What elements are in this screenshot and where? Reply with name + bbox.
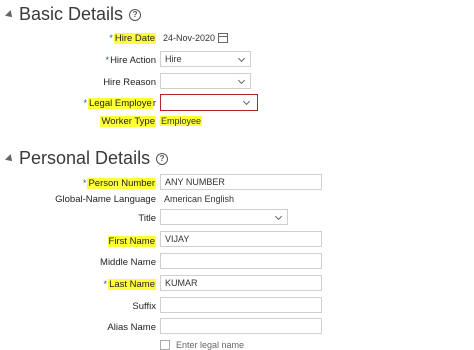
legal-employer-select[interactable] [160, 94, 258, 111]
last-name-label: * Last Name [6, 279, 156, 290]
first-name-value: VIJAY [165, 234, 190, 244]
hire-date-label-text: Hire Date [113, 33, 156, 44]
alias-name-input[interactable] [160, 318, 322, 334]
calendar-icon[interactable] [218, 33, 228, 43]
title-label-text: Title [138, 213, 156, 224]
hire-action-value: Hire [165, 54, 182, 64]
hire-reason-select[interactable] [160, 73, 251, 89]
enter-legal-name-label: Enter legal name [176, 340, 245, 350]
alias-name-label: Alias Name [6, 322, 156, 333]
enter-legal-name-option[interactable]: Enter legal name [160, 340, 244, 350]
required-asterisk: * [103, 279, 108, 289]
worker-type-label-text: Worker Type [100, 116, 156, 127]
person-number-label: * Person Number [6, 178, 156, 189]
last-name-label-text: Last Name [108, 279, 156, 290]
last-name-input[interactable]: KUMAR [160, 275, 322, 291]
last-name-value: KUMAR [165, 278, 198, 288]
hire-date-field[interactable]: 24-Nov-2020 [160, 30, 232, 46]
enter-legal-name-checkbox[interactable] [160, 340, 170, 350]
chevron-down-icon[interactable] [242, 97, 251, 106]
global-name-language-label-text: Global-Name Language [55, 194, 156, 205]
suffix-input[interactable] [160, 297, 322, 313]
hire-date-value: 24-Nov-2020 [163, 33, 216, 43]
basic-details-title: Basic Details [19, 4, 124, 24]
legal-employer-label: * Legal Employer [6, 98, 156, 109]
suffix-label: Suffix [6, 301, 156, 312]
first-name-label-text: First Name [107, 236, 156, 247]
legal-employer-label-tail: r [152, 98, 156, 109]
worker-type-label: Worker Type [6, 116, 156, 127]
hire-action-select[interactable]: Hire [160, 51, 251, 67]
middle-name-input[interactable] [160, 253, 322, 269]
person-number-value: ANY NUMBER [165, 177, 225, 187]
basic-details-header[interactable]: Basic Details ? [5, 4, 142, 25]
personal-details-title: Personal Details [19, 148, 151, 168]
global-name-language-value: American English [164, 194, 235, 204]
legal-employer-label-text: Legal Employe [87, 98, 153, 109]
hire-reason-label: Hire Reason [6, 77, 156, 88]
collapse-triangle-icon[interactable] [5, 9, 15, 20]
middle-name-label: Middle Name [6, 257, 156, 268]
person-number-label-text: Person Number [87, 178, 156, 189]
question-circle-icon[interactable]: ? [129, 8, 142, 21]
required-asterisk: * [105, 55, 110, 65]
hire-action-label-text: Hire Action [110, 55, 156, 66]
global-name-language-label: Global-Name Language [6, 194, 156, 205]
title-label: Title [6, 213, 156, 224]
alias-name-label-text: Alias Name [107, 322, 156, 333]
required-asterisk: * [109, 33, 113, 43]
title-select[interactable] [160, 209, 288, 225]
worker-type-value: Employee [160, 116, 203, 126]
chevron-down-icon[interactable] [237, 76, 246, 85]
chevron-down-icon[interactable] [274, 212, 283, 221]
hire-date-label: * Hire Date [6, 33, 156, 44]
personal-details-header[interactable]: Personal Details ? [5, 148, 169, 169]
first-name-input[interactable]: VIJAY [160, 231, 322, 247]
suffix-label-text: Suffix [132, 301, 156, 312]
chevron-down-icon[interactable] [237, 54, 246, 63]
question-circle-icon[interactable]: ? [156, 152, 169, 165]
hire-reason-label-text: Hire Reason [103, 77, 156, 88]
middle-name-label-text: Middle Name [100, 257, 156, 268]
worker-type-value-text: Employee [160, 116, 203, 126]
required-asterisk: * [82, 178, 87, 188]
collapse-triangle-icon[interactable] [5, 153, 15, 164]
first-name-label: First Name [6, 236, 156, 247]
required-asterisk: * [83, 98, 87, 108]
person-number-input[interactable]: ANY NUMBER [160, 174, 322, 190]
hire-action-label: *Hire Action [6, 55, 156, 66]
